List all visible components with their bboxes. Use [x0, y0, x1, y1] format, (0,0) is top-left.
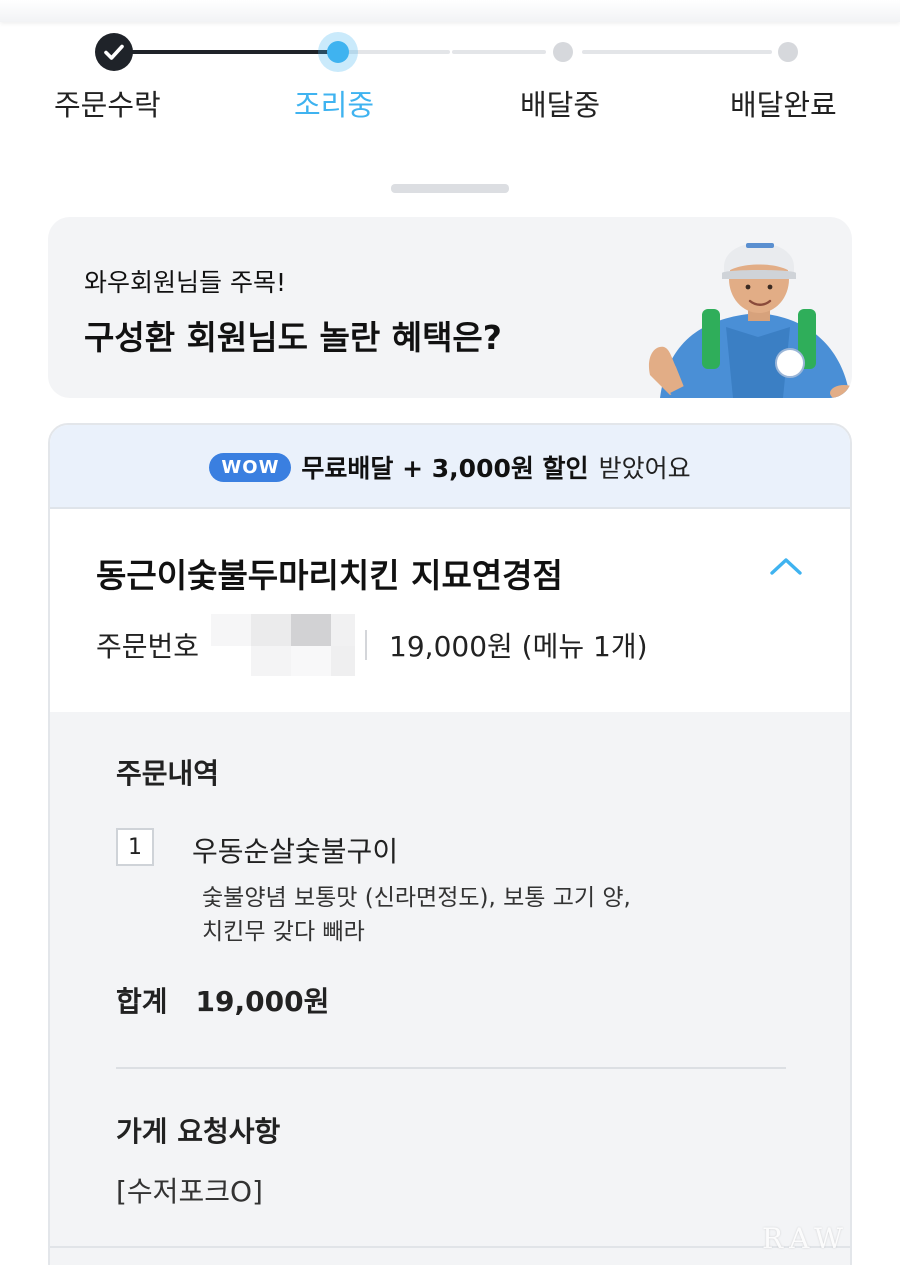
- wow-benefit-text: 무료배달 + 3,000원 할인: [301, 454, 589, 483]
- order-meta-row: 주문번호 19,000원 (메뉴 1개): [96, 614, 648, 676]
- step-label-cooking: 조리중: [294, 88, 375, 122]
- wow-promo-banner[interactable]: 와우회원님들 주목! 구성환 회원님도 놀란 혜택은?: [48, 217, 852, 398]
- item-option-line: 숯불양념 보통맛 (신라면정도), 보통 고기 양,: [202, 885, 631, 911]
- item-option-line: 치킨무 갖다 빼라: [202, 919, 365, 945]
- item-quantity: 1: [116, 828, 154, 866]
- progress-line-done: [114, 50, 338, 54]
- corner-watermark: RAW: [762, 1222, 849, 1255]
- progress-line-pending: [452, 50, 546, 54]
- order-card: WOW 무료배달 + 3,000원 할인 받았어요 동근이숯불두마리치킨 지묘연…: [48, 423, 852, 1265]
- sheet-drag-handle[interactable]: [391, 184, 509, 193]
- chevron-up-icon[interactable]: [768, 555, 804, 579]
- store-request-value: [수저포크O]: [116, 1175, 263, 1208]
- section-divider: [116, 1067, 786, 1069]
- wow-benefit-bar: WOW 무료배달 + 3,000원 할인 받았어요: [50, 425, 850, 509]
- total-label: 합계: [116, 985, 168, 1018]
- progress-line-pending: [582, 50, 772, 54]
- step-current-icon: [318, 32, 358, 72]
- step-label-delivering: 배달중: [520, 88, 601, 122]
- delivery-rider-illustration: [648, 243, 852, 398]
- step-done-check-icon: [95, 33, 133, 71]
- top-bar-shadow: [0, 0, 900, 22]
- order-meta-divider: [365, 630, 368, 660]
- wow-badge: WOW: [209, 452, 292, 482]
- step-label-accepted: 주문수락: [54, 88, 161, 122]
- section-bottom-divider: [50, 1246, 850, 1248]
- step-label-delivered: 배달완료: [730, 88, 837, 122]
- order-total-row: 합계 19,000원: [116, 980, 329, 1020]
- order-details-section: 주문내역 1 우동순살숯불구이 숯불양념 보통맛 (신라면정도), 보통 고기 …: [50, 712, 850, 1265]
- item-name: 우동순살숯불구이: [192, 835, 399, 868]
- order-number-label: 주문번호: [96, 630, 200, 663]
- total-value: 19,000원: [195, 985, 330, 1018]
- banner-subtitle: 와우회원님들 주목!: [84, 268, 286, 297]
- banner-title: 구성환 회원님도 놀란 혜택은?: [84, 318, 502, 357]
- order-summary: 19,000원 (메뉴 1개): [389, 630, 648, 663]
- store-name: 동근이숯불두마리치킨 지묘연경점: [96, 556, 563, 595]
- store-request-title: 가게 요청사항: [116, 1115, 281, 1148]
- order-details-title: 주문내역: [116, 757, 220, 790]
- step-pending-icon: [553, 42, 573, 62]
- wow-benefit-suffix: 받았어요: [598, 454, 691, 483]
- order-number-redacted: [211, 614, 356, 676]
- order-progress-tracker: 주문수락 조리중 배달중 배달완료: [0, 30, 900, 130]
- step-pending-icon: [778, 42, 798, 62]
